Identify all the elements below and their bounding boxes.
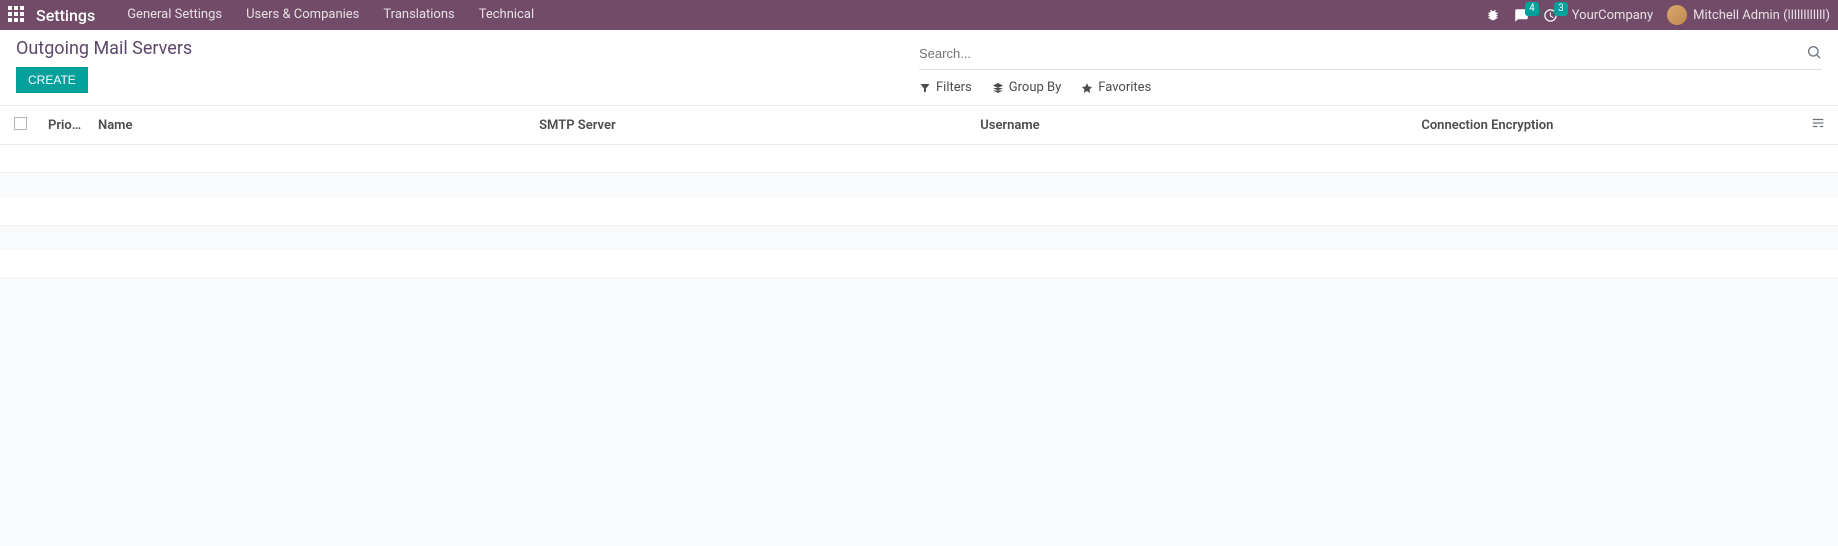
col-encryption[interactable]: Connection Encryption — [1413, 106, 1798, 145]
user-menu[interactable]: Mitchell Admin (llllllllllll) — [1667, 5, 1830, 25]
breadcrumb: Outgoing Mail Servers — [16, 38, 919, 59]
list-view: Prio... Name SMTP Server Username Connec… — [0, 106, 1838, 279]
control-panel: Outgoing Mail Servers CREATE Filters Gro… — [0, 30, 1838, 106]
groupby-label: Group By — [1009, 80, 1062, 95]
filters-button[interactable]: Filters — [919, 80, 972, 95]
star-icon — [1081, 82, 1093, 94]
table-row[interactable] — [0, 198, 1838, 226]
col-options — [1798, 106, 1838, 145]
table-row[interactable] — [0, 145, 1838, 173]
search-bar — [919, 38, 1822, 70]
col-smtp[interactable]: SMTP Server — [531, 106, 972, 145]
messages-icon[interactable]: 4 — [1514, 8, 1529, 23]
avatar — [1667, 5, 1687, 25]
menu-users-companies[interactable]: Users & Companies — [234, 0, 371, 30]
create-button[interactable]: CREATE — [16, 67, 88, 93]
filters-label: Filters — [936, 80, 972, 95]
table-header-row: Prio... Name SMTP Server Username Connec… — [0, 106, 1838, 145]
apps-icon[interactable] — [8, 6, 26, 24]
topbar: Settings General Settings Users & Compan… — [0, 0, 1838, 30]
table: Prio... Name SMTP Server Username Connec… — [0, 106, 1838, 279]
table-gap — [0, 226, 1838, 251]
debug-icon[interactable] — [1486, 8, 1500, 22]
company-switcher[interactable]: YourCompany — [1572, 8, 1653, 23]
topbar-right: 4 3 YourCompany Mitchell Admin (llllllll… — [1486, 5, 1830, 25]
menu-technical[interactable]: Technical — [467, 0, 546, 30]
activities-badge: 3 — [1554, 2, 1568, 16]
filter-icon — [919, 82, 931, 94]
table-row[interactable] — [0, 251, 1838, 279]
optional-columns-icon[interactable] — [1811, 119, 1825, 134]
layers-icon — [992, 82, 1004, 94]
search-icon[interactable] — [1806, 44, 1822, 64]
groupby-button[interactable]: Group By — [992, 80, 1062, 95]
user-name: Mitchell Admin (llllllllllll) — [1693, 8, 1830, 23]
favorites-button[interactable]: Favorites — [1081, 80, 1151, 95]
favorites-label: Favorites — [1098, 80, 1151, 95]
select-all-cell — [0, 106, 40, 145]
col-username[interactable]: Username — [972, 106, 1413, 145]
menu-general-settings[interactable]: General Settings — [115, 0, 234, 30]
messages-badge: 4 — [1525, 2, 1539, 16]
search-tools: Filters Group By Favorites — [919, 70, 1822, 105]
select-all-checkbox[interactable] — [14, 117, 27, 130]
search-input[interactable] — [919, 42, 1806, 65]
col-name[interactable]: Name — [90, 106, 531, 145]
brand-title[interactable]: Settings — [36, 6, 95, 25]
topbar-left: Settings General Settings Users & Compan… — [8, 0, 546, 30]
menu-translations[interactable]: Translations — [371, 0, 466, 30]
table-gap — [0, 173, 1838, 198]
activities-icon[interactable]: 3 — [1543, 8, 1558, 23]
col-priority[interactable]: Prio... — [40, 106, 90, 145]
